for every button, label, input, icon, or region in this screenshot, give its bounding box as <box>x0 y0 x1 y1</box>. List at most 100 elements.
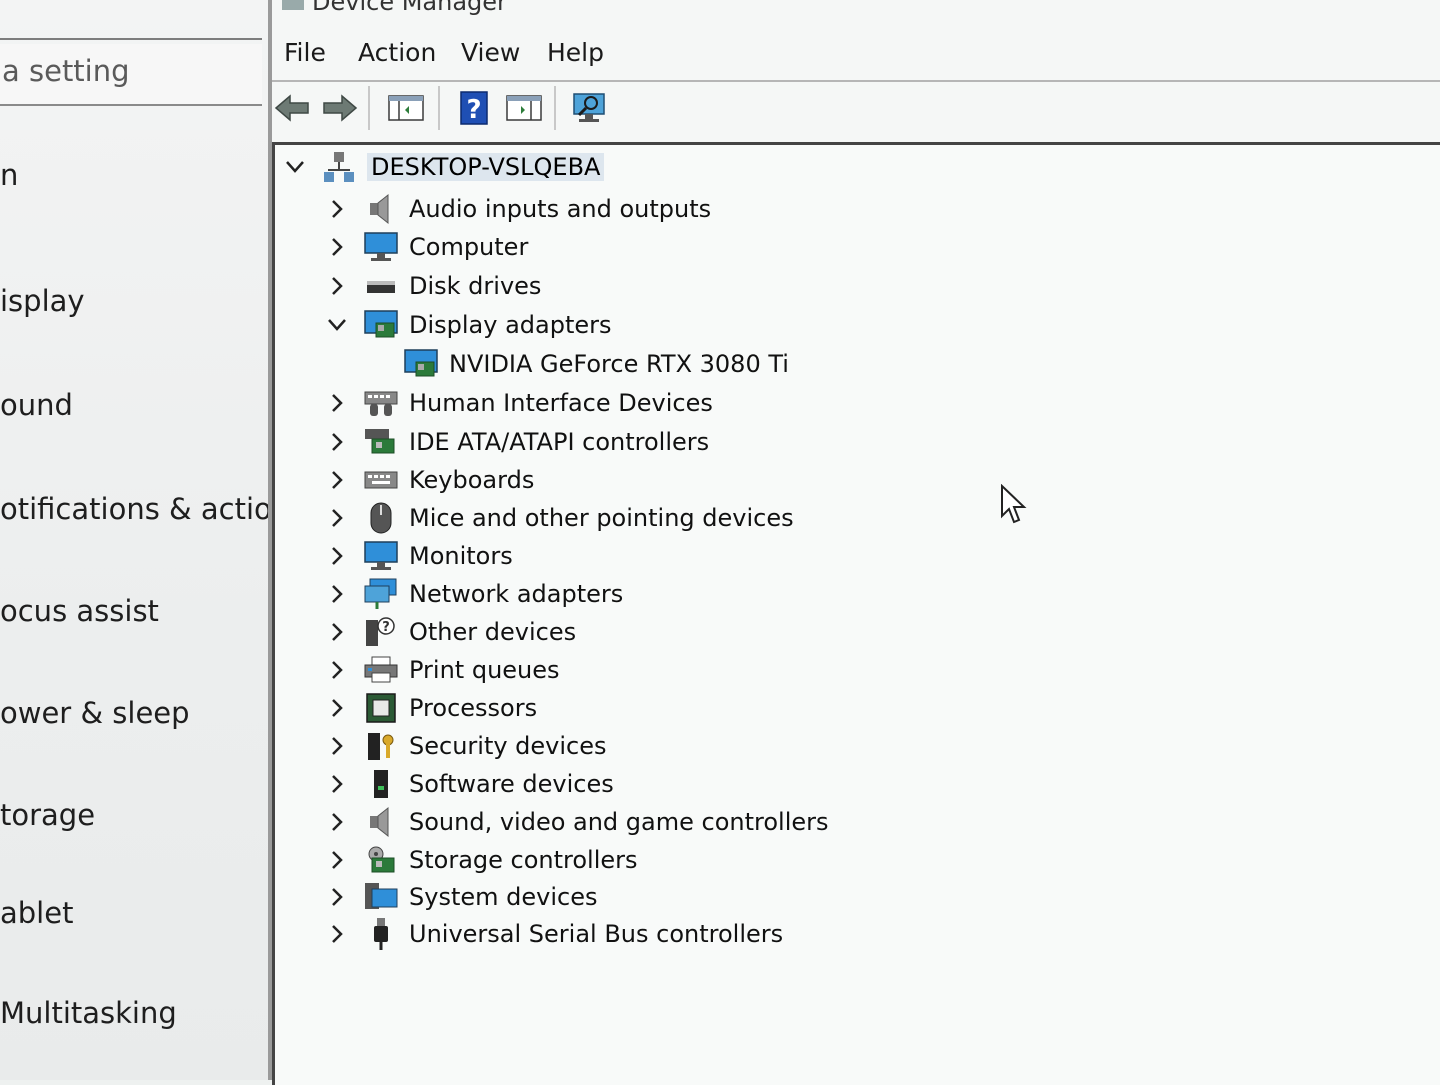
tree-item-label: Storage controllers <box>409 846 638 874</box>
computer-name: DESKTOP-VSLQEBA <box>367 153 605 181</box>
chevron-right-icon[interactable] <box>325 197 349 221</box>
tree-item-system-devices[interactable]: System devices <box>325 879 597 915</box>
chevron-right-icon[interactable] <box>325 810 349 834</box>
chevron-right-icon[interactable] <box>325 734 349 758</box>
settings-nav-tablet[interactable]: ablet <box>0 896 73 930</box>
tree-item-label: Processors <box>409 694 538 722</box>
properties-button[interactable] <box>502 86 546 130</box>
settings-nav-power-sleep[interactable]: ower & sleep <box>0 696 190 730</box>
chevron-right-icon[interactable] <box>325 885 349 909</box>
tree-item-hid[interactable]: Human Interface Devices <box>325 385 713 421</box>
window-title: Device Manager <box>312 0 507 16</box>
menu-file[interactable]: File <box>284 38 326 67</box>
settings-search-input[interactable]: a setting <box>0 44 262 106</box>
menu-view[interactable]: View <box>461 38 520 67</box>
svg-text:?: ? <box>382 620 390 635</box>
settings-nav-system[interactable]: n <box>0 158 18 192</box>
tree-item-other-devices[interactable]: ? Other devices <box>325 614 576 650</box>
monitor-icon <box>363 231 399 263</box>
device-tree: DESKTOP-VSLQEBA Audio inputs and outputs… <box>272 142 1440 1085</box>
menu-action[interactable]: Action <box>358 38 436 67</box>
chevron-down-icon[interactable] <box>325 313 349 337</box>
security-device-icon <box>363 730 399 762</box>
chevron-right-icon[interactable] <box>325 772 349 796</box>
monitor-icon <box>363 540 399 572</box>
tree-item-label: Human Interface Devices <box>409 389 713 417</box>
chevron-right-icon[interactable] <box>325 430 349 454</box>
chevron-right-icon[interactable] <box>325 696 349 720</box>
unknown-device-icon: ? <box>363 616 399 648</box>
network-adapter-icon <box>363 578 399 610</box>
chevron-right-icon[interactable] <box>325 848 349 872</box>
tree-item-network[interactable]: Network adapters <box>325 576 623 612</box>
show-hide-console-tree-icon <box>388 95 424 121</box>
tree-item-keyboards[interactable]: Keyboards <box>325 462 534 498</box>
tree-item-software-devices[interactable]: Software devices <box>325 766 614 802</box>
settings-search-placeholder: a setting <box>2 54 130 88</box>
settings-nav-focus-assist[interactable]: ocus assist <box>0 594 159 628</box>
tree-item-sound-video-game[interactable]: Sound, video and game controllers <box>325 804 829 840</box>
chevron-right-icon[interactable] <box>325 922 349 946</box>
tree-item-ide[interactable]: IDE ATA/ATAPI controllers <box>325 424 709 460</box>
title-bar[interactable]: Device Manager <box>272 0 1440 16</box>
toolbar: ? <box>272 82 1440 134</box>
tree-item-nvidia-gpu[interactable]: NVIDIA GeForce RTX 3080 Ti <box>403 346 789 382</box>
chevron-right-icon[interactable] <box>325 544 349 568</box>
chevron-right-icon[interactable] <box>325 582 349 606</box>
tree-item-processors[interactable]: Processors <box>325 690 537 726</box>
hid-icon <box>363 387 399 419</box>
tree-item-label: Software devices <box>409 770 614 798</box>
disk-drive-icon <box>363 270 399 302</box>
tree-item-label: System devices <box>409 883 598 911</box>
tree-item-mice[interactable]: Mice and other pointing devices <box>325 500 794 536</box>
device-manager-window: Device Manager File Action View Help ? D… <box>272 0 1440 1085</box>
chevron-right-icon[interactable] <box>325 468 349 492</box>
tree-item-monitors[interactable]: Monitors <box>325 538 513 574</box>
tree-root[interactable]: DESKTOP-VSLQEBA <box>283 149 605 185</box>
chevron-right-icon[interactable] <box>325 235 349 259</box>
menu-help[interactable]: Help <box>547 38 604 67</box>
tree-item-label: NVIDIA GeForce RTX 3080 Ti <box>449 350 789 378</box>
settings-nav-storage[interactable]: torage <box>0 798 95 832</box>
tree-item-label: Keyboards <box>409 466 535 494</box>
tree-item-security[interactable]: Security devices <box>325 728 607 764</box>
mouse-icon <box>363 502 399 534</box>
tree-item-disk-drives[interactable]: Disk drives <box>325 268 541 304</box>
software-device-icon <box>363 768 399 800</box>
chevron-right-icon[interactable] <box>325 506 349 530</box>
help-button[interactable]: ? <box>454 86 494 130</box>
menu-bar: File Action View Help <box>272 30 1440 78</box>
scan-hardware-button[interactable] <box>568 86 612 130</box>
chevron-right-icon[interactable] <box>325 391 349 415</box>
processor-icon <box>363 692 399 724</box>
forward-arrow-icon <box>323 94 358 122</box>
tree-item-usb[interactable]: Universal Serial Bus controllers <box>325 916 783 952</box>
tree-item-label: Universal Serial Bus controllers <box>409 920 784 948</box>
tree-item-audio[interactable]: Audio inputs and outputs <box>325 191 711 227</box>
storage-controller-icon <box>363 844 399 876</box>
back-button[interactable] <box>272 86 312 130</box>
settings-nav-sound[interactable]: ound <box>0 388 73 422</box>
system-device-icon <box>363 881 399 913</box>
chevron-down-icon[interactable] <box>283 155 307 179</box>
tree-item-computer[interactable]: Computer <box>325 229 528 265</box>
computer-network-icon <box>321 151 357 183</box>
chevron-right-icon[interactable] <box>325 274 349 298</box>
chevron-right-icon[interactable] <box>325 658 349 682</box>
mouse-pointer-icon <box>1001 484 1027 524</box>
chevron-right-icon[interactable] <box>325 620 349 644</box>
speaker-icon <box>363 806 399 838</box>
toolbar-separator <box>368 86 370 130</box>
show-hide-console-tree-button[interactable] <box>384 86 428 130</box>
settings-nav-notifications[interactable]: otifications & action <box>0 492 268 526</box>
settings-nav-multitasking[interactable]: Multitasking <box>0 996 177 1030</box>
forward-button[interactable] <box>320 86 360 130</box>
tree-item-label: Audio inputs and outputs <box>409 195 712 223</box>
help-icon: ? <box>460 91 488 125</box>
tree-item-display-adapters[interactable]: Display adapters <box>325 307 612 343</box>
display-adapter-icon <box>403 348 439 380</box>
tree-item-label: Display adapters <box>409 311 612 339</box>
tree-item-print-queues[interactable]: Print queues <box>325 652 560 688</box>
tree-item-storage-controllers[interactable]: Storage controllers <box>325 842 638 878</box>
settings-nav-display[interactable]: isplay <box>0 284 85 318</box>
